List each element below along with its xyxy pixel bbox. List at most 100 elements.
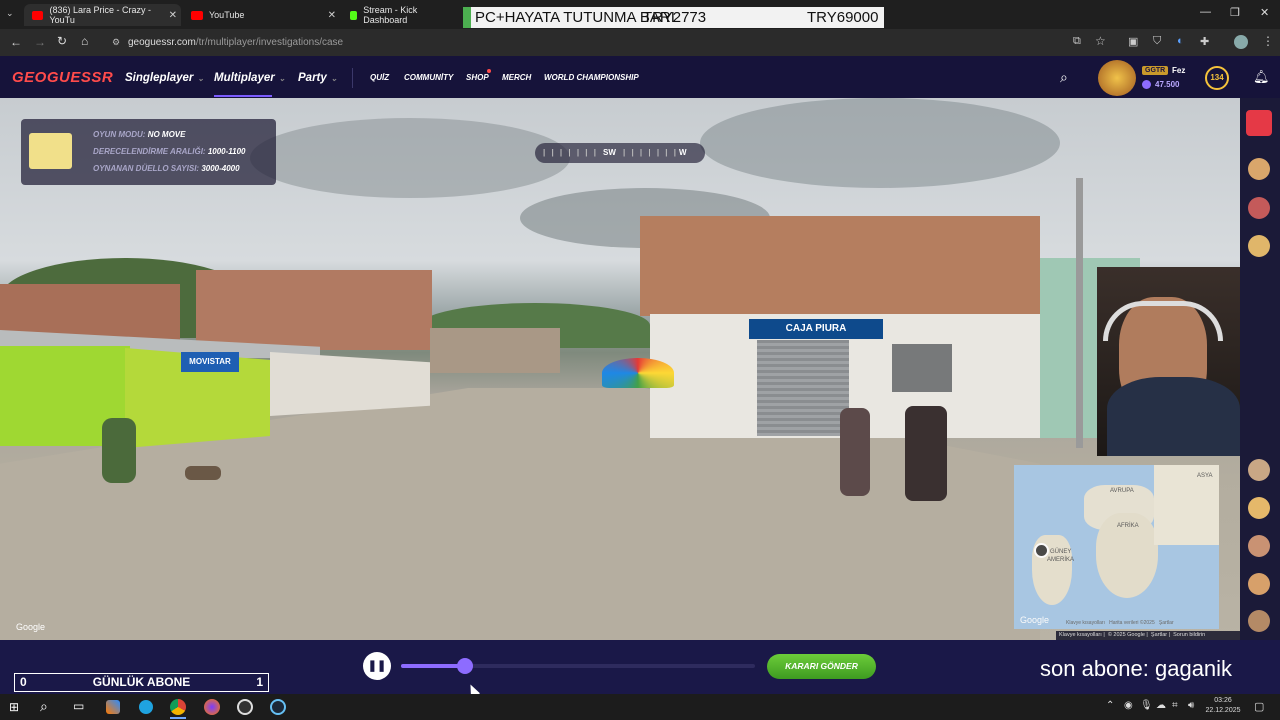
tray-chevron-icon[interactable]: ⌃	[1106, 700, 1114, 711]
submit-verdict-button[interactable]: KARARI GÖNDER	[767, 654, 876, 679]
steam-icon[interactable]	[270, 699, 286, 715]
report-issue-link[interactable]: Sorun bildirin	[1173, 632, 1205, 638]
nav-label: Multiplayer	[214, 72, 275, 84]
pause-button[interactable]: ❚❚	[363, 652, 391, 680]
task-view-icon[interactable]: ▭	[73, 699, 84, 713]
reload-icon[interactable]: ↻	[57, 34, 67, 48]
nav-singleplayer[interactable]: Singleplayer ⌄	[125, 72, 204, 84]
nav-shop[interactable]: SHOP	[466, 73, 489, 82]
search-icon[interactable]: ⌕	[1060, 69, 1068, 86]
bookmark-star-icon[interactable]: ☆	[1095, 34, 1106, 48]
restore-icon[interactable]: ❐	[1230, 6, 1240, 19]
volume-icon[interactable]: 🔊︎	[1188, 700, 1194, 711]
extension-icon[interactable]: ▣	[1128, 35, 1138, 48]
windows-taskbar	[0, 694, 1280, 720]
tab-list-chevron-icon[interactable]: ⌄	[6, 8, 14, 19]
windows-start-icon[interactable]: ⊞	[9, 700, 19, 714]
info-label: DERECELENDİRME ARALIĞI:	[93, 147, 206, 156]
terms-link[interactable]: Şartlar	[1151, 632, 1167, 638]
friends-panel-icon[interactable]	[1246, 110, 1272, 136]
friend-avatar[interactable]	[1248, 573, 1270, 595]
nav-world-championship[interactable]: WORLD CHAMPIONSHIP	[544, 73, 639, 82]
friend-avatar[interactable]	[1248, 235, 1270, 257]
close-tab-icon[interactable]: ✕	[169, 10, 177, 21]
notification-center-icon[interactable]: ▢	[1254, 700, 1264, 713]
browser-menu-icon[interactable]: ⋮	[1262, 34, 1274, 48]
network-icon[interactable]: ⌗	[1172, 700, 1178, 711]
tab-lara-price[interactable]: (836) Lara Price - Crazy - YouTu ✕	[24, 4, 181, 26]
nav-community[interactable]: COMMUNİTY	[404, 73, 453, 82]
map-attribution-bar: Klavye kısayolları | © 2025 Google | Şar…	[1056, 631, 1240, 640]
info-label: OYUN MODU:	[93, 130, 146, 139]
tab-kick-dashboard[interactable]: Stream - Kick Dashboard	[342, 4, 462, 26]
case-folder-icon	[29, 133, 72, 169]
firefox-icon[interactable]	[204, 699, 220, 715]
back-icon[interactable]: ←	[10, 35, 22, 49]
nav-quiz[interactable]: QUİZ	[370, 73, 389, 82]
zoom-slider-handle[interactable]	[456, 658, 473, 674]
profile-avatar[interactable]	[1234, 35, 1248, 49]
youtube-icon	[191, 10, 203, 20]
map-footer-text: Şartlar	[1158, 620, 1174, 626]
info-value: 3000-4000	[201, 164, 240, 173]
friend-avatar[interactable]	[1248, 610, 1270, 632]
movistar-sign: MOVISTAR	[181, 352, 239, 372]
url-path: /tr/multiplayer/investigations/case	[195, 37, 344, 48]
chrome-icon[interactable]	[170, 699, 186, 715]
site-info-icon[interactable]: ⚙	[112, 33, 120, 52]
nav-divider	[352, 68, 353, 88]
close-tab-icon[interactable]: ✕	[328, 10, 336, 21]
search-icon[interactable]: ⌕	[40, 698, 48, 715]
info-row-mode: OYUN MODU: NO MOVE	[93, 130, 185, 139]
obs-icon[interactable]	[237, 699, 253, 715]
home-icon[interactable]: ⌂	[81, 34, 88, 48]
caja-piura-sign: CAJA PIURA	[749, 319, 883, 339]
zoom-slider-track[interactable]	[401, 658, 755, 674]
copilot-icon[interactable]	[106, 700, 120, 714]
distant-houses	[430, 328, 560, 373]
nav-multiplayer[interactable]: Multiplayer ⌄	[214, 72, 285, 84]
tab-youtube[interactable]: YouTube ✕	[183, 4, 340, 26]
tray-app-icon[interactable]: ◉	[1124, 700, 1133, 711]
taskbar-clock[interactable]: 03:26 22.12.2025	[1203, 696, 1243, 716]
headphones	[1103, 301, 1223, 341]
clock-date: 22.12.2025	[1205, 707, 1241, 714]
guess-minimap[interactable]: AVRUPA AFRİKA ASYA GÜNEY AMERİKA Google …	[1014, 465, 1219, 629]
map-label: GÜNEY	[1050, 549, 1072, 555]
edge-icon[interactable]	[139, 700, 153, 714]
shield-icon[interactable]: ⛉	[1153, 35, 1161, 48]
kick-icon	[350, 10, 358, 20]
friend-avatar[interactable]	[1248, 197, 1270, 219]
cloud	[250, 118, 570, 198]
game-info-card: OYUN MODU: NO MOVE DERECELENDİRME ARALIĞ…	[21, 119, 276, 185]
translate-icon[interactable]: ◐	[1177, 35, 1184, 47]
friend-avatar[interactable]	[1248, 535, 1270, 557]
keyboard-shortcuts-link[interactable]: Klavye kısayolları	[1059, 632, 1102, 638]
address-field[interactable]: ⚙ geoguessr.com/tr/multiplayer/investiga…	[106, 33, 1116, 52]
map-footer-text: Klavye kısayolları	[1066, 620, 1105, 626]
install-app-icon[interactable]: ⧉	[1073, 35, 1081, 48]
friend-avatar[interactable]	[1248, 459, 1270, 481]
cloud-icon[interactable]: ☁	[1156, 700, 1166, 711]
close-window-icon[interactable]: ✕	[1260, 6, 1269, 19]
puzzle-icon[interactable]: ✚	[1200, 35, 1209, 48]
utility-pole	[1076, 178, 1083, 448]
nav-merch[interactable]: MERCH	[502, 73, 531, 82]
youtube-icon	[32, 10, 44, 20]
level-badge[interactable]: 134	[1205, 66, 1229, 90]
friend-avatar[interactable]	[1248, 158, 1270, 180]
geoguessr-logo[interactable]: GEOGUESSR	[12, 69, 113, 86]
banner-target-amount: TRY69000	[807, 9, 879, 26]
friend-avatar[interactable]	[1248, 497, 1270, 519]
minimize-icon[interactable]: —	[1200, 6, 1211, 18]
building-brick	[196, 270, 432, 350]
map-pin-icon[interactable]	[1034, 543, 1049, 558]
user-avatar[interactable]	[1098, 60, 1136, 96]
chevron-down-icon: ⌄	[330, 74, 338, 83]
nav-party[interactable]: Party ⌄	[298, 72, 337, 84]
window-controls: — ❐ ✕	[1190, 0, 1280, 29]
last-subscriber-text: son abone: gaganik	[1040, 656, 1233, 681]
forward-icon[interactable]: →	[34, 35, 46, 49]
microphone-icon[interactable]: 🎙︎	[1140, 700, 1153, 711]
notification-bell-icon[interactable]: 🔔︎	[1253, 69, 1270, 85]
